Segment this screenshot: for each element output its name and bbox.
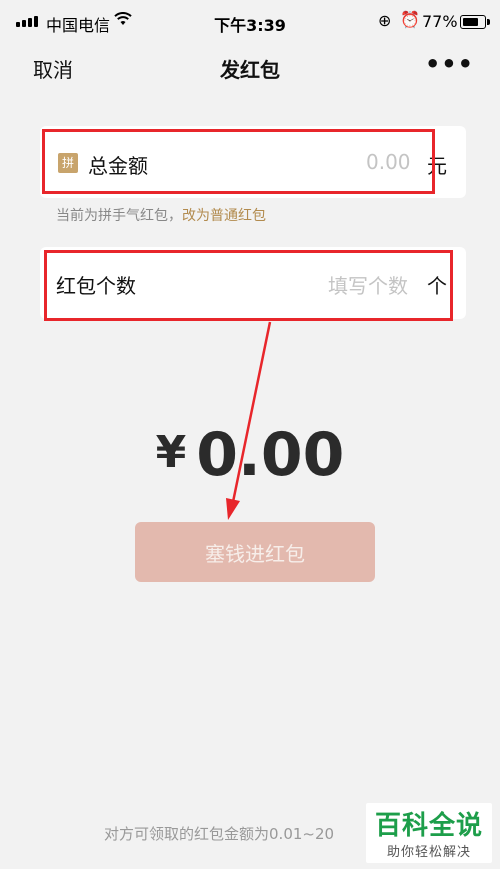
watermark-title: 百科全说 (374, 811, 483, 841)
packet-type-text: 当前为拼手气红包， (56, 208, 182, 224)
lucky-packet-badge-icon: 拼 (58, 153, 78, 173)
orientation-lock-icon: ⊕ (378, 11, 392, 30)
switch-to-normal-link[interactable]: 改为普通红包 (182, 208, 266, 224)
total-amount: ¥0.00 (0, 420, 500, 490)
watermark-subtitle: 助你轻松解决 (386, 845, 471, 860)
alarm-icon: ⏰ (400, 10, 420, 29)
total-value: 0.00 (196, 420, 345, 490)
battery-percent: 77% (422, 12, 458, 31)
baike-watermark: 百科全说 助你轻松解决 (366, 803, 492, 863)
footer-note: 对方可领取的红包金额为0.01~20 (104, 825, 335, 843)
battery-icon (460, 15, 490, 29)
status-bar: 中国电信 下午3:39 ⊕ ⏰ 77% (0, 0, 500, 44)
count-label: 红包个数 (56, 274, 136, 298)
amount-input[interactable]: 0.00 (366, 150, 411, 174)
more-options-button[interactable]: ••• (425, 50, 474, 78)
send-red-packet-button[interactable]: 塞钱进红包 (135, 522, 375, 582)
amount-unit: 元 (427, 154, 447, 178)
packet-type-hint: 当前为拼手气红包，改为普通红包 (56, 205, 266, 225)
amount-label: 总金额 (88, 154, 148, 178)
currency-symbol: ¥ (155, 427, 187, 478)
count-input[interactable]: 填写个数 (328, 270, 408, 299)
nav-bar: 取消 发红包 ••• (0, 44, 500, 88)
count-unit: 个 (427, 274, 447, 298)
